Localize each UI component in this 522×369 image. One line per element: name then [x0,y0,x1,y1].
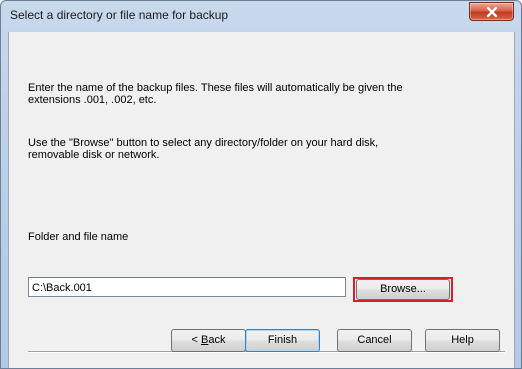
intro-text-line-2: extensions .001, .002, etc. [28,94,157,106]
browse-help-line-2: removable disk or network. [28,149,160,161]
browse-button[interactable]: Browse... [356,279,450,300]
folder-file-name-input[interactable] [28,277,346,297]
title-bar[interactable]: Select a directory or file name for back… [1,1,521,31]
backup-dialog: Select a directory or file name for back… [0,0,522,369]
window-title: Select a directory or file name for back… [10,8,229,22]
help-button[interactable]: Help [425,329,500,352]
browse-help-line-1: Use the "Browse" button to select any di… [28,137,379,149]
dialog-content: Enter the name of the backup files. Thes… [8,32,515,368]
finish-button[interactable]: Finish [245,329,320,352]
close-x-icon [486,6,498,18]
back-button[interactable]: < Back [171,329,246,352]
folder-file-name-label: Folder and file name [28,231,129,243]
back-button-prefix: < [191,334,201,346]
back-button-rest: ack [208,334,226,346]
cancel-button[interactable]: Cancel [337,329,412,352]
intro-text-line-1: Enter the name of the backup files. Thes… [28,82,403,94]
close-button[interactable] [469,2,514,21]
